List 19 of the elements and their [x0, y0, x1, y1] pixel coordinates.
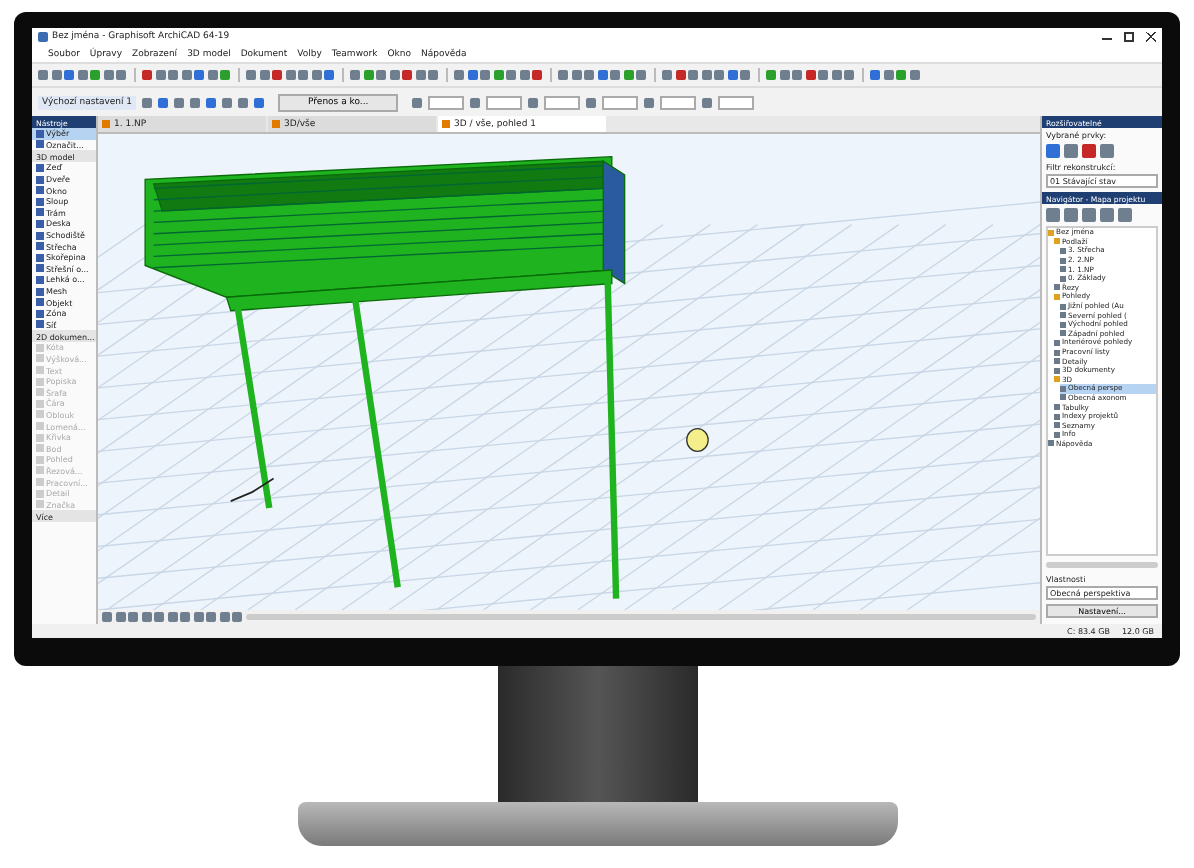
toolbar-icon[interactable] [528, 97, 539, 107]
toolbar-icon[interactable] [644, 97, 655, 107]
value-field[interactable] [428, 95, 465, 109]
value-field[interactable] [718, 95, 755, 109]
close-icon[interactable] [1146, 32, 1156, 42]
maximize-icon[interactable] [1124, 32, 1134, 42]
toolbar-icon[interactable] [702, 97, 713, 107]
minimize-icon[interactable] [1102, 32, 1112, 40]
app-icon[interactable] [38, 32, 48, 42]
value-field[interactable] [660, 95, 697, 109]
value-field[interactable] [544, 95, 581, 109]
value-field[interactable] [486, 95, 523, 109]
horizontal-scrollbar[interactable] [245, 614, 1036, 620]
cursor-icon [686, 428, 709, 452]
horizontal-scrollbar[interactable] [1046, 562, 1158, 568]
toolbar-icon[interactable] [412, 97, 423, 107]
toolbar-icon[interactable] [470, 97, 481, 107]
value-field[interactable] [602, 95, 639, 109]
toolbar-icon[interactable] [586, 97, 597, 107]
